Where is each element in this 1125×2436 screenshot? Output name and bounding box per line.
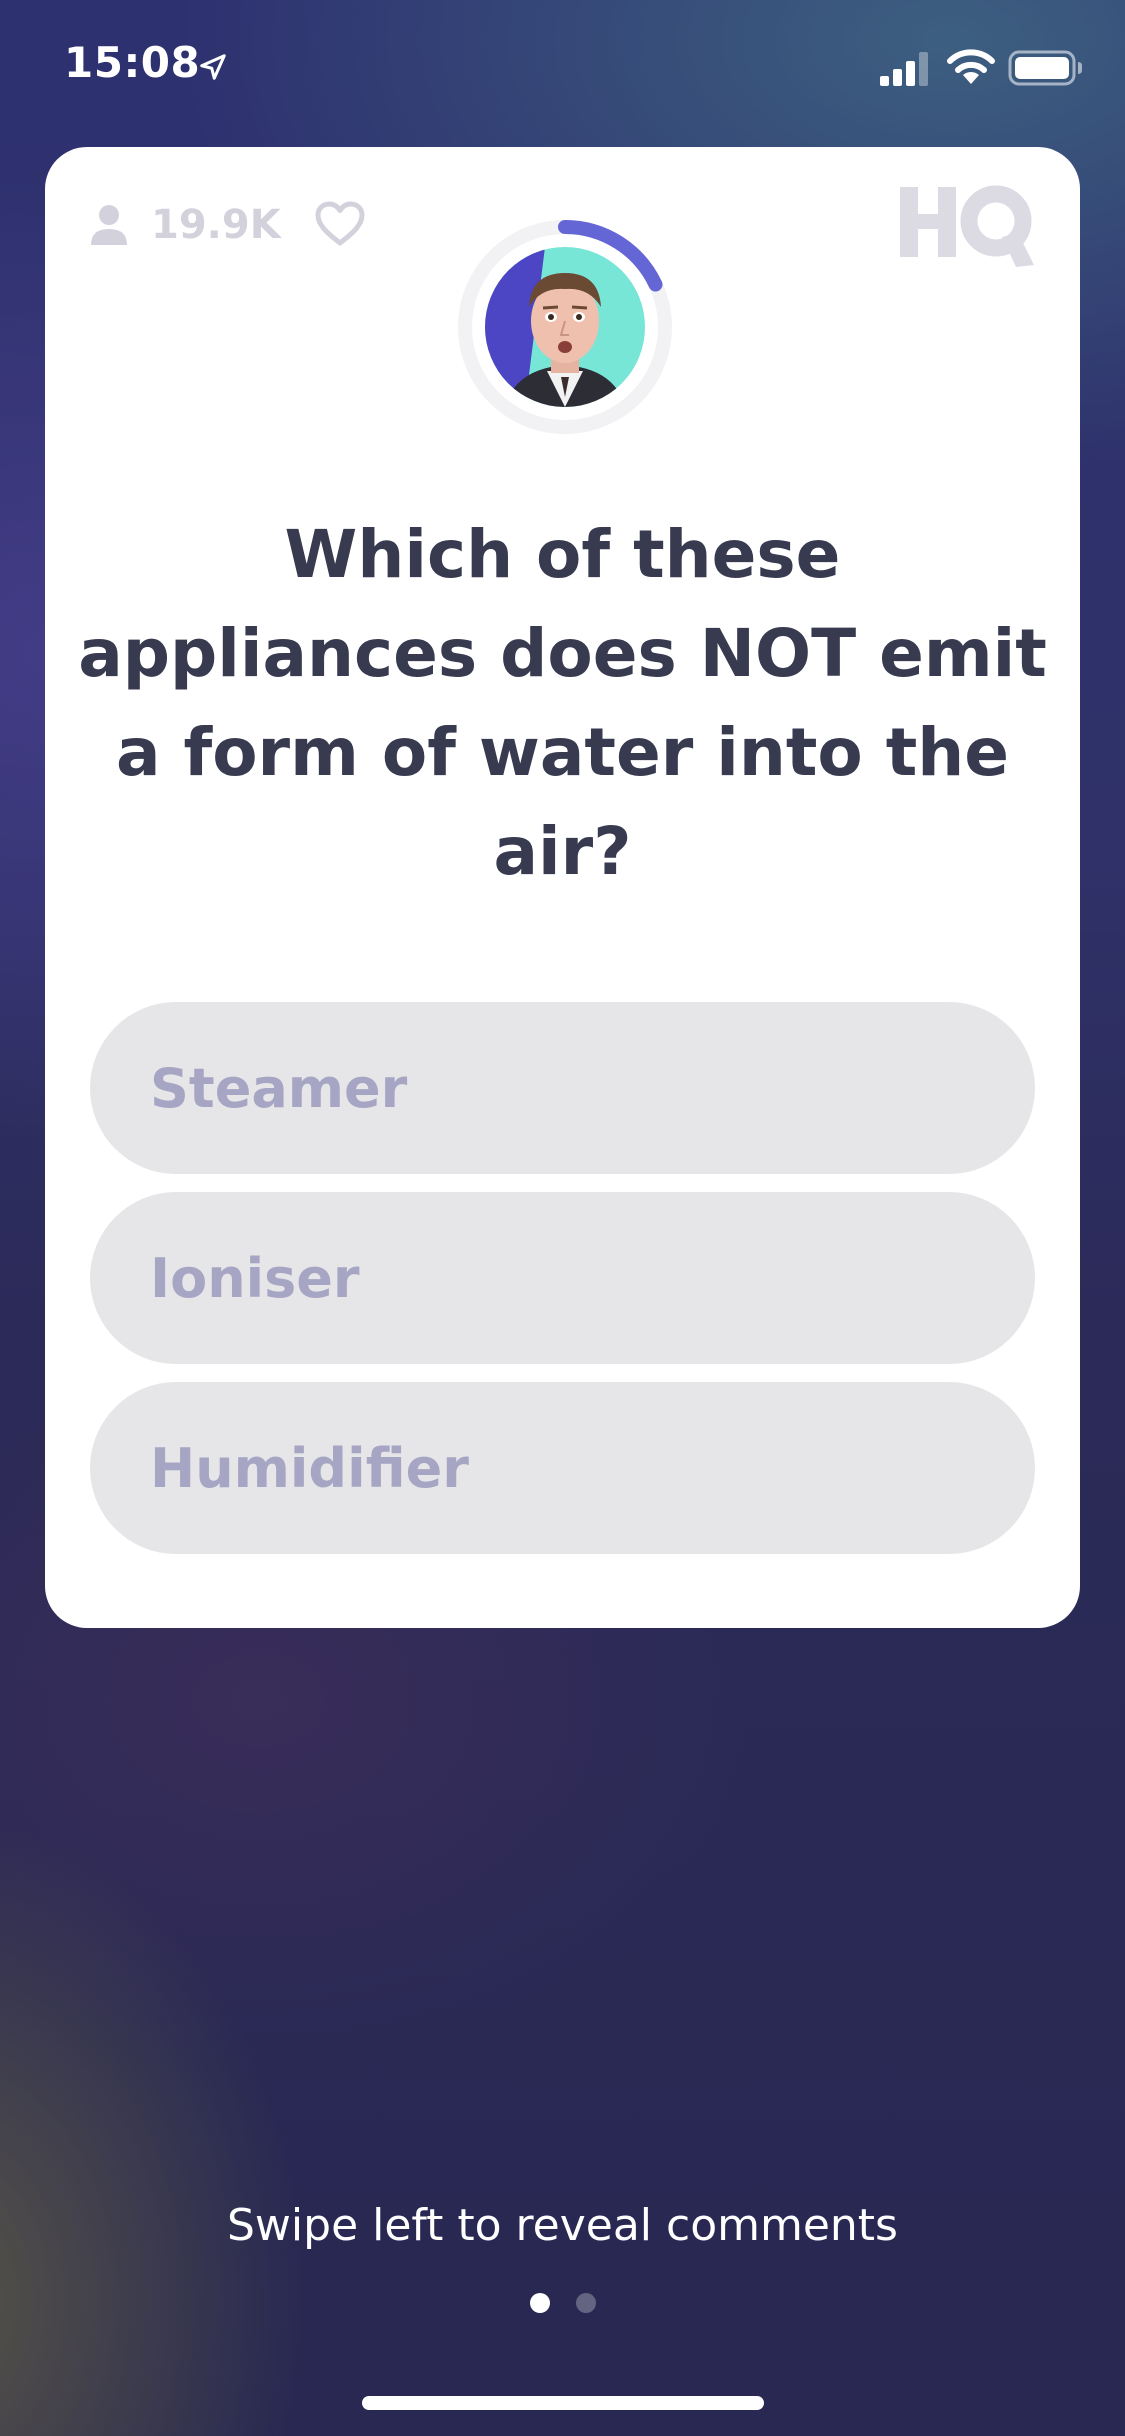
page-dot-active[interactable] [529,2293,550,2313]
location-arrow-icon [200,54,226,80]
viewer-count-text: 19.9K [151,202,281,248]
wifi-icon [947,49,995,84]
page-indicator[interactable] [0,2293,1125,2315]
heart-icon[interactable] [315,201,365,247]
status-time: 15:08 [64,38,201,87]
user-icon [91,205,127,245]
host-avatar [485,247,645,407]
answer-label: Humidifier [150,1436,469,1500]
cellular-signal-icon [880,52,928,86]
question-card: 19.9K Which of these appliances does NOT… [45,147,1080,1628]
question-text: Which of these appliances does NOT emit … [78,516,1047,890]
answer-label: Steamer [150,1056,408,1120]
status-bar: 15:08 [0,0,1125,140]
host-timer [455,217,675,437]
answer-option-steamer[interactable]: Steamer [90,1002,1035,1174]
page-dot-comments[interactable] [575,2293,596,2313]
answer-label: Ioniser [150,1246,360,1310]
answer-option-ioniser[interactable]: Ioniser [90,1192,1035,1364]
home-indicator[interactable] [362,2396,764,2410]
battery-icon [1008,50,1082,86]
swipe-hint: Swipe left to reveal comments [227,2200,898,2251]
answer-option-humidifier[interactable]: Humidifier [90,1382,1035,1554]
viewer-count: 19.9K [89,195,281,255]
hq-logo [900,185,1034,267]
